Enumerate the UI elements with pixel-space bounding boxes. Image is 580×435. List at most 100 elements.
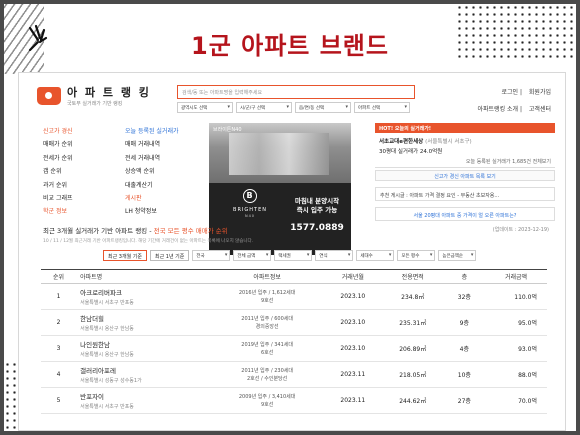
apartment-info-cell: 2009년 입주 / 3,410세대 9호선 bbox=[210, 387, 324, 414]
price-cell: 88.0억 bbox=[485, 361, 547, 388]
menu-item[interactable]: 오늘 등록된 실거래가 bbox=[125, 125, 179, 138]
apartment-info-line: 2011년 입주 / 230세대 bbox=[241, 367, 293, 374]
table-row[interactable]: 1 아크로리버파크 서울특별시 서초구 반포동 2016년 입주 / 1,612세… bbox=[41, 283, 547, 310]
households-filter-select[interactable]: 세대수 bbox=[356, 250, 395, 261]
station-filter-select[interactable]: 택세권 bbox=[274, 250, 313, 261]
menu-item[interactable]: 게시판 bbox=[125, 192, 179, 205]
menu-item[interactable]: 비교 그래프 bbox=[43, 192, 73, 205]
apartment-name[interactable]: 아크로리버파크 bbox=[80, 287, 210, 297]
trade-month-cell: 2023.11 bbox=[323, 387, 382, 414]
area-cell: 234.8㎡ bbox=[381, 283, 444, 310]
hot-label: HOT! 오늘의 실거래가! bbox=[375, 123, 555, 133]
age-filter-select[interactable]: 연식 bbox=[315, 250, 354, 261]
menu-column-a: 신고가 경신 매매가 순위 전세가 순위 갭 순위 과거 순위 비교 그래프 학… bbox=[43, 125, 73, 219]
table-row[interactable]: 4 갤러리아포레서울특별시 성동구 성수동1가 2011년 입주 / 230세대… bbox=[41, 361, 547, 388]
price-cell: 95.0억 bbox=[485, 309, 547, 336]
search-input[interactable]: 검색/동 또는 아파트명을 입력해주세요 bbox=[177, 85, 415, 99]
recommended-post[interactable]: 추천 게시글 : 아파트 가격 결정 요인 - 부동산 초보자용... bbox=[375, 187, 555, 201]
banner-phone: 1577.0889 bbox=[290, 223, 344, 233]
apartment-name[interactable]: 반포자이 bbox=[80, 391, 210, 401]
ad-banner[interactable]: 브라이튼N40 B BRIGHTEN N40 마침내 분양시작 즉시 입주 가능… bbox=[209, 123, 351, 255]
brand-mark-icon: B bbox=[243, 189, 257, 203]
trade-month-cell: 2023.10 bbox=[323, 335, 382, 362]
site-logo[interactable]: 아 파 트 랭 킹 bbox=[67, 84, 151, 100]
menu-item[interactable]: 상승액 순위 bbox=[125, 165, 179, 178]
menu-item[interactable]: 대출계산기 bbox=[125, 179, 179, 192]
table-row[interactable]: 3 나인원한남서울특별시 용산구 한남동 2019년 입주 / 341세대 6호선… bbox=[41, 335, 547, 362]
support-link[interactable]: 고객센터 bbox=[529, 106, 551, 113]
menu-item[interactable]: 전세가 순위 bbox=[43, 152, 73, 165]
account-links: 로그인 | 회원가입 bbox=[501, 89, 552, 96]
apartment-info-line: 2019년 입주 / 341세대 bbox=[241, 341, 293, 348]
apartment-info-cell: 2019년 입주 / 341세대 6호선 bbox=[210, 335, 324, 362]
update-date: (업데이트 : 2023-12-19) bbox=[492, 227, 549, 233]
about-link[interactable]: 아파트랭킹 소개 bbox=[478, 106, 519, 113]
menu-item[interactable]: 매매가 순위 bbox=[43, 138, 73, 151]
banner-copy-line: 마침내 분양시작 bbox=[294, 197, 340, 205]
menu-item[interactable]: 학군 정보 bbox=[43, 205, 73, 218]
login-link[interactable]: 로그인 bbox=[502, 89, 519, 96]
menu-item[interactable]: 신고가 경신 bbox=[43, 125, 73, 138]
featured-question[interactable]: 서울 20평대 아파트 중 가격이 얼 오른 아파트는? bbox=[375, 207, 555, 221]
apartment-name-cell[interactable]: 반포자이 서울특별시 서초구 반포동 bbox=[76, 387, 211, 414]
apartment-info-line: 2016년 입주 / 1,612세대 bbox=[238, 289, 296, 296]
column-header: 층 bbox=[443, 269, 485, 284]
filter-row: 최근 3개월 기준 최근 1년 기준 전국 전체 금액 택세권 연식 세대수 모… bbox=[103, 250, 477, 261]
banner-copy-line: 즉시 입주 가능 bbox=[296, 206, 338, 214]
rank-cell: 4 bbox=[41, 361, 77, 388]
filter-1year-button[interactable]: 최근 1년 기준 bbox=[149, 250, 190, 261]
province-select[interactable]: 광역시도 선택 bbox=[177, 102, 233, 113]
signup-link[interactable]: 회원가입 bbox=[529, 89, 551, 96]
table-row[interactable]: 2 한남더힐 서울특별시 용산구 한남동 2011년 입주 / 600세대 경의중앙… bbox=[41, 309, 547, 336]
floor-cell: 10층 bbox=[443, 361, 485, 388]
price-filter-select[interactable]: 전체 금액 bbox=[233, 250, 272, 261]
filter-3months-button[interactable]: 최근 3개월 기준 bbox=[103, 250, 147, 261]
size-filter-select[interactable]: 모든 평수 bbox=[397, 250, 436, 261]
section-title-prefix: 최근 3개월 실거래가 기반 아파트 랭킹 - bbox=[43, 227, 154, 235]
apartment-name[interactable]: 나인원한남 bbox=[80, 339, 210, 349]
house-logo-icon[interactable] bbox=[37, 87, 61, 105]
apartment-name-cell[interactable]: 한남더힐서울특별시 용산구 한남동 bbox=[76, 309, 211, 336]
apartment-location: 서울특별시 용산구 한남동 bbox=[80, 326, 134, 332]
apartment-info-line: 2011년 입주 / 600세대 bbox=[241, 315, 293, 322]
rank-cell: 3 bbox=[41, 335, 77, 362]
new-high-list-button[interactable]: 신고가 경신 아파트 목록 보기 bbox=[375, 170, 555, 181]
region-filter-select[interactable]: 전국 bbox=[192, 250, 231, 261]
today-count-link[interactable]: 오늘 등록된 실거래가 1,685건 전체보기 bbox=[375, 156, 555, 168]
menu-item[interactable]: LH 청약정보 bbox=[125, 205, 179, 218]
apartment-name-cell[interactable]: 갤러리아포레서울특별시 성동구 성수동1가 bbox=[76, 361, 211, 388]
apartment-name[interactable]: 갤러리아포레 bbox=[80, 365, 210, 375]
apartment-name[interactable]: 한남더힐 bbox=[80, 313, 210, 323]
info-links: 아파트랭킹 소개 | 고객센터 bbox=[477, 106, 552, 113]
website-screenshot: 아 파 트 랭 킹 국토부 실거래가 기반 랭킹 검색/동 또는 아파트명을 입… bbox=[18, 72, 566, 431]
section-title: 최근 3개월 실거래가 기반 아파트 랭킹 - 전국 모든 평수 매매가 순위 bbox=[43, 225, 228, 235]
table-header-row: 순위 아파트명 아파트정보 거래년월 전용면적 층 거래금액 bbox=[41, 269, 547, 284]
apartment-select[interactable]: 아파트 선택 bbox=[354, 102, 410, 113]
menu-column-b: 오늘 등록된 실거래가 매매 거래내역 전세 거래내역 상승액 순위 대출계산기… bbox=[125, 125, 179, 219]
table-row[interactable]: 5 반포자이 서울특별시 서초구 반포동 2009년 입주 / 3,410세대 9호… bbox=[41, 387, 547, 414]
district-select[interactable]: 시/군/구 선택 bbox=[236, 102, 292, 113]
rank-cell: 1 bbox=[41, 283, 77, 310]
banner-copy: 마침내 분양시작 즉시 입주 가능 bbox=[287, 197, 347, 215]
area-cell: 244.62㎡ bbox=[381, 387, 444, 414]
menu-item[interactable]: 전세 거래내역 bbox=[125, 152, 179, 165]
apartment-info-line: 2호선 / 수인분당선 bbox=[247, 375, 288, 382]
apartment-info-line: 6호선 bbox=[260, 349, 274, 356]
region-selects: 광역시도 선택 시/군/구 선택 읍/면/동 선택 아파트 선택 bbox=[177, 102, 410, 113]
sort-filter-select[interactable]: 높은금액순 bbox=[438, 250, 477, 261]
area-cell: 218.05㎡ bbox=[381, 361, 444, 388]
apartment-info-cell: 2011년 입주 / 230세대 2호선 / 수인분당선 bbox=[210, 361, 324, 388]
floor-cell: 4층 bbox=[443, 335, 485, 362]
trade-month-cell: 2023.10 bbox=[323, 309, 382, 336]
apartment-info-line: 9호선 bbox=[260, 297, 274, 304]
menu-item[interactable]: 매매 거래내역 bbox=[125, 138, 179, 151]
apartment-location: 서울특별시 성동구 성수동1가 bbox=[80, 378, 142, 384]
apartment-name-cell[interactable]: 나인원한남서울특별시 용산구 한남동 bbox=[76, 335, 211, 362]
menu-item[interactable]: 갭 순위 bbox=[43, 165, 73, 178]
menu-item[interactable]: 과거 순위 bbox=[43, 179, 73, 192]
apartment-name-cell[interactable]: 아크로리버파크 서울특별시 서초구 반포동 bbox=[76, 283, 211, 310]
column-header: 거래년월 bbox=[323, 269, 382, 284]
town-select[interactable]: 읍/면/동 선택 bbox=[295, 102, 351, 113]
apartment-location: 서울특별시 용산구 한남동 bbox=[80, 352, 134, 358]
rank-cell: 2 bbox=[41, 309, 77, 336]
